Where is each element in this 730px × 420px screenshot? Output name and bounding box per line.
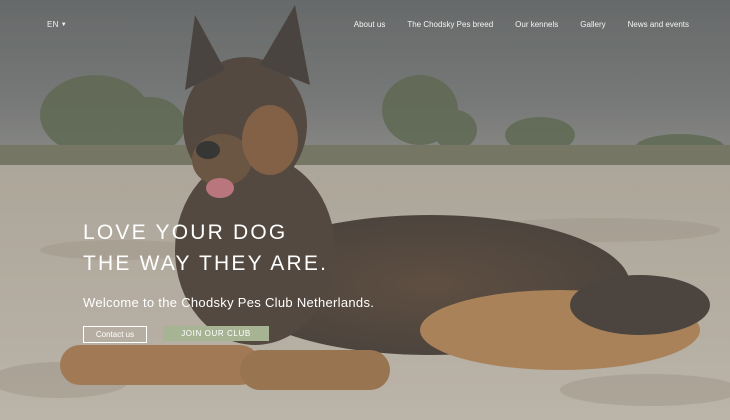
contact-us-button[interactable]: Contact us	[83, 326, 147, 343]
language-selector[interactable]: EN ▼	[47, 20, 67, 29]
hero-section: EN ▼ About us The Chodsky Pes breed Our k…	[0, 0, 730, 420]
join-club-button[interactable]: JOIN OUR CLUB	[163, 326, 269, 341]
hero-headline-line-2: THE WAY THEY ARE.	[83, 252, 329, 275]
nav-item-about-us[interactable]: About us	[354, 20, 386, 29]
nav-item-breed[interactable]: The Chodsky Pes breed	[407, 20, 493, 29]
hero-overlay	[0, 0, 730, 420]
language-label: EN	[47, 20, 59, 29]
nav-item-kennels[interactable]: Our kennels	[515, 20, 558, 29]
nav-item-news-events[interactable]: News and events	[628, 20, 689, 29]
caret-down-icon: ▼	[60, 22, 67, 28]
main-nav: About us The Chodsky Pes breed Our kenne…	[354, 20, 689, 29]
hero-headline-line-1: LOVE YOUR DOG	[83, 221, 288, 244]
nav-item-gallery[interactable]: Gallery	[580, 20, 605, 29]
top-navigation-bar: EN ▼ About us The Chodsky Pes breed Our k…	[0, 0, 730, 50]
welcome-text: Welcome to the Chodsky Pes Club Netherla…	[83, 295, 375, 310]
hero-headline: LOVE YOUR DOG THE WAY THEY ARE.	[83, 217, 328, 279]
